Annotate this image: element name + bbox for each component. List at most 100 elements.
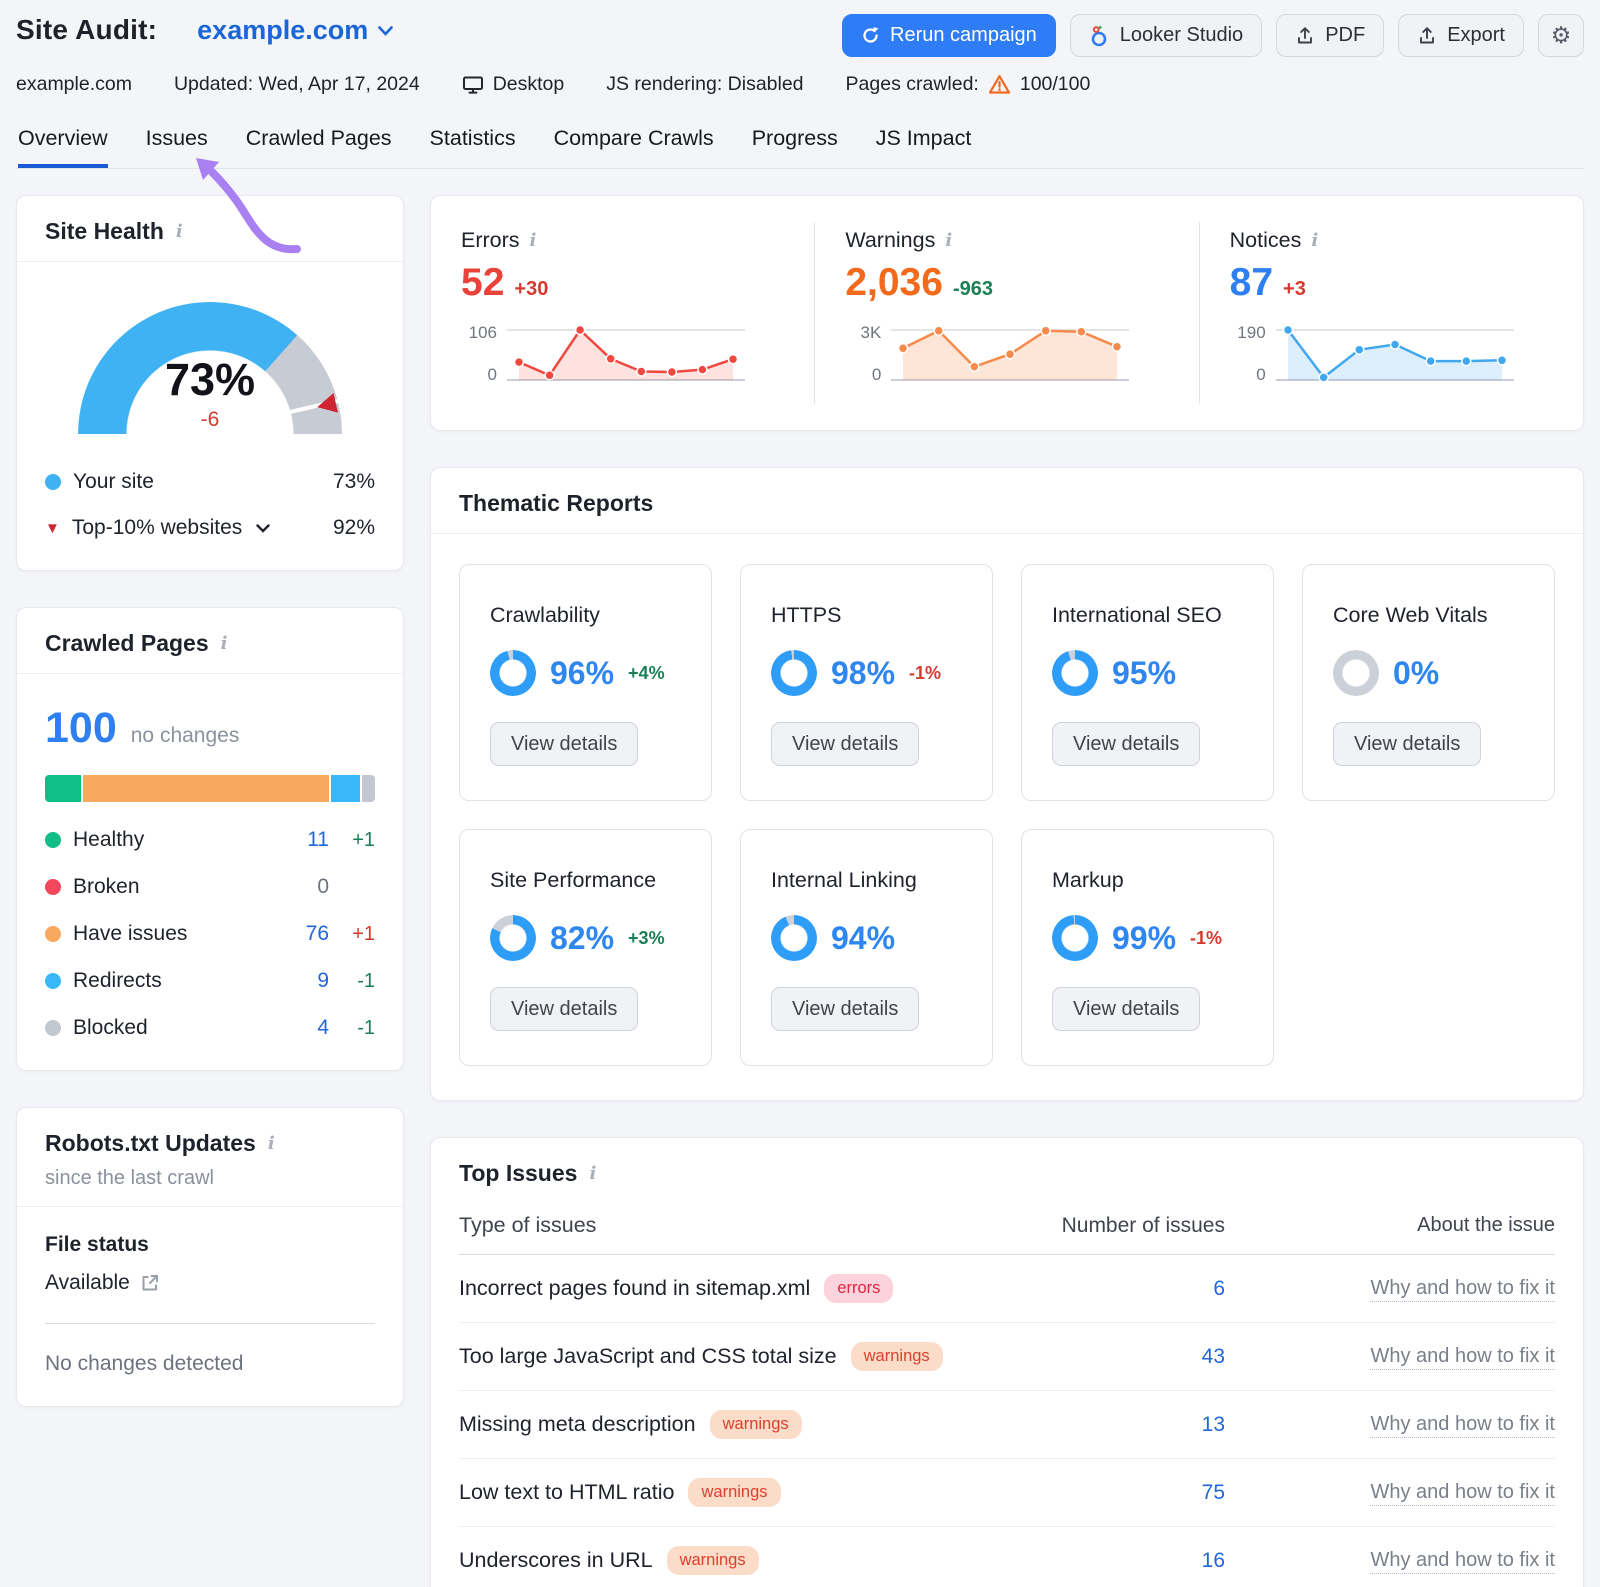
issue-count-link[interactable]: 75 [1202, 1481, 1225, 1504]
thematic-name: Site Performance [490, 868, 681, 893]
why-how-to-fix-link[interactable]: Why and how to fix it [1370, 1413, 1555, 1438]
stat-label: Notices [1230, 228, 1302, 253]
thematic-delta: +3% [628, 928, 665, 949]
column-header-number: Number of issues [1045, 1214, 1225, 1238]
site-health-delta: -6 [78, 408, 342, 432]
looker-studio-button[interactable]: Looker Studio [1070, 14, 1262, 57]
blue-dot-icon [45, 973, 61, 989]
why-how-to-fix-link[interactable]: Why and how to fix it [1370, 1345, 1555, 1370]
thematic-card-core-web-vitals: Core Web Vitals 0% View details [1302, 564, 1555, 801]
settings-button[interactable]: ⚙ [1538, 14, 1584, 57]
rerun-campaign-button[interactable]: Rerun campaign [842, 14, 1056, 57]
issue-count-link[interactable]: 6 [1213, 1277, 1225, 1300]
info-icon[interactable]: i [1311, 230, 1318, 251]
info-icon[interactable]: i [176, 221, 183, 242]
thematic-card-crawlability: Crawlability 96%+4% View details [459, 564, 712, 801]
blue-dot-icon [45, 474, 61, 490]
status-badge: warnings [851, 1342, 943, 1371]
view-details-button[interactable]: View details [490, 987, 638, 1031]
errors-sparkline [507, 321, 745, 394]
thematic-grid: Crawlability 96%+4% View details HTTPS 9… [431, 534, 1583, 1100]
main-column: Errors i 52 +30 1060 Warnings i [430, 195, 1584, 1587]
tab-js-impact[interactable]: JS Impact [876, 120, 972, 168]
external-link[interactable] [140, 1273, 160, 1293]
legend-row-have-issues: Have issues 76 +1 [45, 922, 375, 946]
redirects-count-link[interactable]: 9 [283, 969, 329, 993]
desktop-icon [462, 75, 484, 95]
info-icon[interactable]: i [530, 230, 537, 251]
tab-compare-crawls[interactable]: Compare Crawls [554, 120, 714, 168]
looker-studio-icon [1089, 25, 1110, 47]
tab-issues[interactable]: Issues [146, 120, 208, 168]
site-health-card: Site Health i 73% -6 [16, 195, 404, 571]
pdf-label: PDF [1325, 24, 1365, 47]
meta-domain: example.com [16, 73, 132, 96]
donut-chart [771, 650, 817, 696]
blocked-count-link[interactable]: 4 [283, 1016, 329, 1040]
stat-value: 52 [461, 261, 504, 305]
meta-device: Desktop [493, 73, 565, 96]
tab-progress[interactable]: Progress [752, 120, 838, 168]
issue-count-link[interactable]: 43 [1202, 1345, 1225, 1368]
stat-label: Warnings [845, 228, 935, 253]
thematic-pct: 99% [1112, 920, 1176, 957]
file-status-label: File status [45, 1233, 375, 1257]
have-issues-count-link[interactable]: 76 [283, 922, 329, 946]
view-details-button[interactable]: View details [771, 987, 919, 1031]
donut-chart [771, 915, 817, 961]
red-triangle-icon: ▼ [45, 520, 60, 537]
view-details-button[interactable]: View details [1052, 987, 1200, 1031]
healthy-count-link[interactable]: 11 [283, 828, 329, 852]
refresh-icon [861, 26, 880, 45]
why-how-to-fix-link[interactable]: Why and how to fix it [1370, 1549, 1555, 1574]
legend-row-redirects: Redirects 9 -1 [45, 969, 375, 993]
issue-count-link[interactable]: 16 [1202, 1549, 1225, 1572]
why-how-to-fix-link[interactable]: Why and how to fix it [1370, 1481, 1555, 1506]
legend-row-blocked: Blocked 4 -1 [45, 1016, 375, 1040]
legend-row-broken: Broken 0 [45, 875, 375, 899]
thematic-name: Internal Linking [771, 868, 962, 893]
site-health-title: Site Health [45, 218, 164, 245]
axis-max-label: 190 [1237, 323, 1265, 343]
legend-label: Blocked [73, 1016, 148, 1040]
issue-count-link[interactable]: 13 [1202, 1413, 1225, 1436]
top-issues-table: Type of issues Number of issues About th… [431, 1191, 1583, 1587]
status-badge: warnings [688, 1478, 780, 1507]
legend-label: Broken [73, 875, 140, 899]
issue-type: Low text to HTML ratio [459, 1480, 674, 1505]
looker-studio-label: Looker Studio [1120, 24, 1243, 47]
legend-delta: -1 [329, 1017, 375, 1040]
stat-errors: Errors i 52 +30 1060 [431, 222, 814, 404]
export-button[interactable]: Export [1398, 14, 1524, 57]
crawled-pages-card: Crawled Pages i 100 no changes Healthy 1… [16, 607, 404, 1071]
info-icon[interactable]: i [268, 1133, 275, 1154]
view-details-button[interactable]: View details [1052, 722, 1200, 766]
audit-meta-row: example.com Updated: Wed, Apr 17, 2024 D… [16, 73, 1584, 96]
table-row: Too large JavaScript and CSS total sizew… [459, 1323, 1555, 1391]
stat-delta: -963 [953, 278, 993, 301]
info-icon[interactable]: i [221, 633, 228, 654]
legend-label: Redirects [73, 969, 162, 993]
stat-notices: Notices i 87 +3 1900 [1199, 222, 1583, 404]
thematic-name: Markup [1052, 868, 1243, 893]
why-how-to-fix-link[interactable]: Why and how to fix it [1370, 1277, 1555, 1302]
view-details-button[interactable]: View details [771, 722, 919, 766]
tab-overview[interactable]: Overview [18, 120, 108, 168]
project-selector[interactable]: example.com [197, 15, 393, 46]
pdf-button[interactable]: PDF [1276, 14, 1384, 57]
thematic-delta: +4% [628, 663, 665, 684]
stat-delta: +30 [514, 278, 548, 301]
issue-stats-card: Errors i 52 +30 1060 Warnings i [430, 195, 1584, 431]
thematic-card-site-performance: Site Performance 82%+3% View details [459, 829, 712, 1066]
tab-crawled-pages[interactable]: Crawled Pages [246, 120, 392, 168]
issue-type: Underscores in URL [459, 1548, 653, 1573]
tab-statistics[interactable]: Statistics [430, 120, 516, 168]
view-details-button[interactable]: View details [1333, 722, 1481, 766]
issue-type: Missing meta description [459, 1412, 696, 1437]
info-icon[interactable]: i [589, 1163, 596, 1184]
view-details-button[interactable]: View details [490, 722, 638, 766]
thematic-card-international-seo: International SEO 95% View details [1021, 564, 1274, 801]
top-issues-card: Top Issues i Type of issues Number of is… [430, 1137, 1584, 1587]
info-icon[interactable]: i [945, 230, 952, 251]
axis-max-label: 3K [861, 323, 882, 343]
